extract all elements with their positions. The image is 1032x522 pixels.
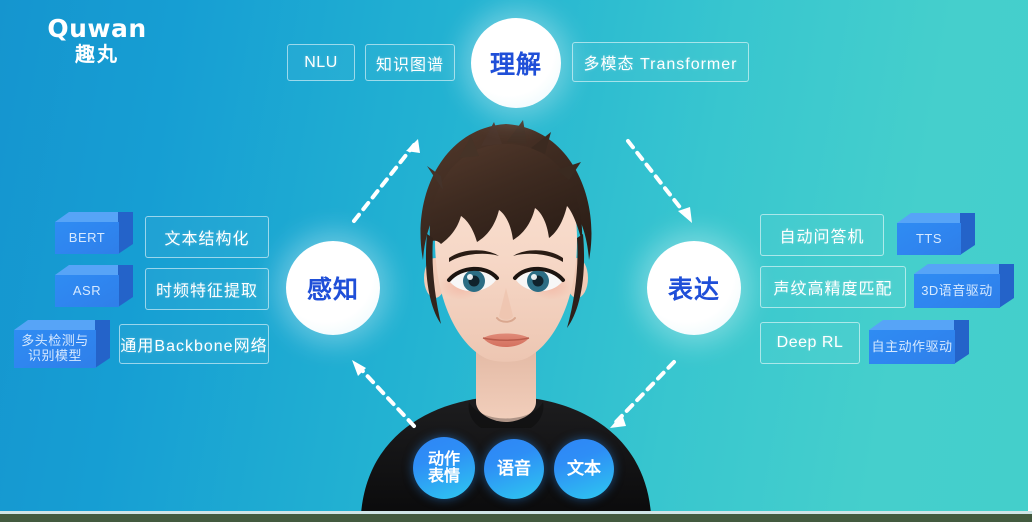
- cube-asr-label: ASR: [72, 282, 102, 298]
- cube-front-face: 多头检测与 识别模型: [14, 330, 96, 368]
- cube-front-face: TTS: [897, 223, 961, 255]
- cube-tts-label: TTS: [915, 230, 943, 246]
- cube-autonomous-motion-drive-label: 自主动作驱动: [871, 338, 953, 354]
- cube-side-face: [960, 213, 975, 255]
- modality-motion-expression[interactable]: 动作 表情: [413, 437, 475, 499]
- tag-knowledge-graph[interactable]: 知识图谱: [365, 44, 455, 81]
- modality-label-line2: 表情: [427, 468, 460, 485]
- modality-motion-expression-label: 动作 表情: [428, 451, 460, 486]
- cube-side-face: [954, 320, 969, 364]
- cube-multihead-label: 多头检测与 识别模型: [21, 333, 89, 364]
- hub-understand-label: 理解: [489, 51, 542, 79]
- diagram-canvas: Quwan 趣丸 NLU 知识图谱 多模态 Transformer 理解 感知 …: [0, 0, 1032, 522]
- cube-front-face: 3D语音驱动: [914, 274, 1000, 308]
- cube-tts[interactable]: TTS: [897, 213, 975, 255]
- cube-asr[interactable]: ASR: [55, 265, 133, 307]
- modality-voice[interactable]: 语音: [484, 439, 544, 499]
- arrow-express-to-modality: [602, 356, 682, 434]
- cube-side-face: [95, 320, 110, 368]
- cube-front-face: ASR: [55, 275, 119, 307]
- tag-multimodal-transformer[interactable]: 多模态 Transformer: [572, 42, 749, 82]
- brand-logo: Quwan 趣丸: [22, 16, 172, 65]
- cube-front-face: BERT: [55, 222, 119, 254]
- bottom-strip: [0, 514, 1032, 522]
- modality-label-line1: 动作: [427, 450, 460, 468]
- cube-front-face: 自主动作驱动: [869, 330, 955, 364]
- tag-text-structuring[interactable]: 文本结构化: [145, 216, 269, 258]
- tag-deep-rl[interactable]: Deep RL: [760, 322, 860, 364]
- cube-side-face: [118, 212, 133, 254]
- brand-logo-mark: Quwan: [47, 14, 147, 43]
- modality-voice-label: 语音: [497, 458, 531, 478]
- brand-logo-cn: 趣丸: [75, 44, 119, 66]
- cube-bert-label: BERT: [68, 229, 106, 245]
- cube-side-face: [999, 264, 1014, 308]
- cube-multihead-detection-model[interactable]: 多头检测与 识别模型: [14, 320, 110, 368]
- cube-side-face: [118, 265, 133, 307]
- cube-autonomous-motion-drive[interactable]: 自主动作驱动: [869, 320, 969, 364]
- hub-perceive-label: 感知: [306, 276, 359, 304]
- arrow-modality-to-perceive: [348, 356, 424, 434]
- cube-multihead-label-line2: 识别模型: [27, 348, 82, 363]
- right-edge-strip: [1028, 0, 1032, 522]
- tag-time-frequency-feature-extraction[interactable]: 时频特征提取: [145, 268, 269, 310]
- cube-3d-voice-drive-label: 3D语音驱动: [921, 282, 993, 298]
- cube-bert[interactable]: BERT: [55, 212, 133, 254]
- modality-text-label: 文本: [567, 458, 601, 478]
- arrow-understand-to-express: [622, 135, 698, 227]
- hub-express-label: 表达: [667, 276, 720, 304]
- tag-nlu[interactable]: NLU: [287, 44, 355, 81]
- cube-multihead-label-line1: 多头检测与: [21, 333, 89, 349]
- modality-text[interactable]: 文本: [554, 439, 614, 499]
- hub-understand[interactable]: 理解: [471, 18, 561, 108]
- tag-voiceprint-matching[interactable]: 声纹高精度匹配: [760, 266, 906, 308]
- cube-3d-voice-drive[interactable]: 3D语音驱动: [914, 264, 1014, 308]
- tag-automatic-qa-machine[interactable]: 自动问答机: [760, 214, 884, 256]
- tag-general-backbone-network[interactable]: 通用Backbone网络: [119, 324, 269, 364]
- arrow-perceive-to-understand: [348, 135, 424, 227]
- hub-perceive[interactable]: 感知: [286, 241, 380, 335]
- hub-express[interactable]: 表达: [647, 241, 741, 335]
